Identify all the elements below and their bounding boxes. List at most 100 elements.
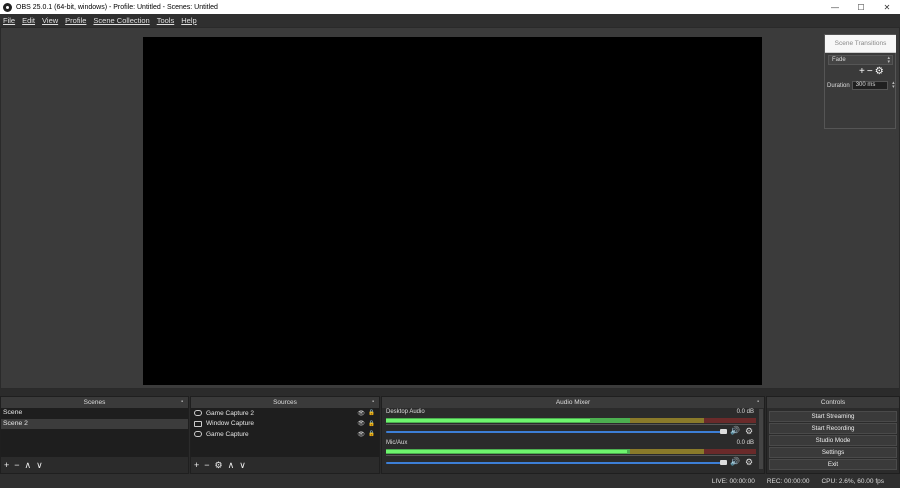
audio-channel-desktop: Desktop Audio 0.0 dB 🔊 ⚙ [384,409,758,439]
preview-canvas[interactable] [143,37,762,385]
channel-name: Mic/Aux [386,440,408,446]
visibility-eye-icon[interactable]: 👁 [357,410,365,417]
menu-view[interactable]: View [42,16,58,25]
add-scene-button[interactable]: + [4,460,9,470]
meter-ticks [386,455,756,460]
sources-toolbar: + − ⚙ ∧ ∨ [191,457,379,473]
duration-input[interactable]: 300 ms ▴ ▾ [851,81,895,90]
remove-scene-button[interactable]: − [14,460,19,470]
close-button[interactable]: ✕ [874,0,900,14]
scenes-toolbar: + − ∧ ∨ [1,457,188,473]
source-item[interactable]: Game Capture 👁 🔒 [191,429,379,440]
remove-transition-button[interactable]: − [867,67,873,77]
window-icon [194,420,202,427]
meter-level [386,450,627,453]
volume-slider[interactable] [386,431,723,433]
mixer-scrollbar[interactable] [759,409,763,469]
speaker-icon[interactable]: 🔊 [730,458,740,466]
source-item[interactable]: Game Capture 2 👁 🔒 [191,408,379,419]
volume-meter [386,449,756,454]
volume-slider-knob[interactable] [720,429,727,434]
gamepad-icon [194,410,202,417]
duration-row: Duration 300 ms ▴ ▾ [827,81,895,90]
gear-icon[interactable]: ⚙ [745,458,753,467]
sources-list: Game Capture 2 👁 🔒 Window Capture 👁 🔒 Ga… [191,408,379,458]
transition-tools: + − ⚙ [859,67,884,77]
scene-transitions-title[interactable]: Scene Transitions [825,35,896,53]
minimize-button[interactable]: — [822,0,848,14]
settings-button[interactable]: Settings [769,447,897,458]
add-transition-button[interactable]: + [859,67,865,77]
source-name: Game Capture [206,430,249,438]
volume-meter [386,418,756,423]
menu-tools[interactable]: Tools [157,16,175,25]
rec-timer: REC: 00:00:00 [766,477,810,485]
title-bar: OBS 25.0.1 (64-bit, windows) - Profile: … [0,0,900,14]
meter-level [386,419,590,422]
scene-item[interactable]: Scene [1,408,188,419]
menu-edit[interactable]: Edit [22,16,35,25]
live-timer: LIVE: 00:00:00 [711,477,755,485]
move-scene-up-button[interactable]: ∧ [25,460,32,470]
audio-mixer-dock: Audio Mixer ▪ Desktop Audio 0.0 dB 🔊 ⚙ M… [381,396,765,474]
source-properties-gear-icon[interactable]: ⚙ [215,460,223,470]
controls-header: Controls [767,397,899,408]
channel-name: Desktop Audio [386,409,425,415]
duration-value: 300 ms [855,82,876,88]
duration-label: Duration [827,82,850,89]
channel-db: 0.0 dB [736,440,754,446]
scene-transitions-dock: Scene Transitions Fade ▴ ▾ + − ⚙ Duration… [824,34,896,129]
maximize-button[interactable]: ☐ [848,0,874,14]
scenes-dock: Scenes ▪ Scene Scene 2 + − ∧ ∨ [0,396,189,474]
channel-db: 0.0 dB [736,409,754,415]
audio-channel-mic: Mic/Aux 0.0 dB 🔊 ⚙ [384,440,758,470]
lock-icon[interactable]: 🔒 [368,431,375,437]
window-title: OBS 25.0.1 (64-bit, windows) - Profile: … [16,3,218,11]
lock-icon[interactable]: 🔒 [368,421,375,427]
transition-select-value: Fade [832,57,846,63]
gear-icon[interactable]: ⚙ [745,427,753,436]
scenes-header: Scenes ▪ [1,397,188,408]
start-streaming-button[interactable]: Start Streaming [769,411,897,422]
scenes-list: Scene Scene 2 [1,408,188,458]
visibility-eye-icon[interactable]: 👁 [357,420,365,427]
meter-yellow-zone [630,449,705,454]
lock-icon[interactable]: 🔒 [368,410,375,416]
source-item[interactable]: Window Capture 👁 🔒 [191,419,379,430]
dock-float-icon[interactable]: ▪ [372,399,376,405]
move-scene-down-button[interactable]: ∨ [36,460,43,470]
controls-dock: Controls Start Streaming Start Recording… [766,396,900,474]
sources-header: Sources ▪ [191,397,379,408]
start-recording-button[interactable]: Start Recording [769,423,897,434]
visibility-eye-icon[interactable]: 👁 [357,431,365,438]
scene-item-selected[interactable]: Scene 2 [1,418,188,429]
move-source-down-button[interactable]: ∨ [239,460,246,470]
menu-profile[interactable]: Profile [65,16,86,25]
menu-scene-collection[interactable]: Scene Collection [93,16,149,25]
speaker-icon[interactable]: 🔊 [730,427,740,435]
menu-file[interactable]: File [3,16,15,25]
dock-float-icon[interactable]: ▪ [181,399,185,405]
volume-slider[interactable] [386,462,723,464]
remove-source-button[interactable]: − [204,460,209,470]
add-source-button[interactable]: + [194,460,199,470]
controls-title: Controls [820,399,846,406]
studio-mode-button[interactable]: Studio Mode [769,435,897,446]
volume-slider-knob[interactable] [720,460,727,465]
meter-ticks [386,424,756,429]
audio-mixer-header: Audio Mixer ▪ [382,397,764,408]
gamepad-icon [194,431,202,438]
dock-float-icon[interactable]: ▪ [757,399,761,405]
menu-help[interactable]: Help [181,16,196,25]
source-name: Game Capture 2 [206,409,255,417]
window-controls: — ☐ ✕ [822,0,900,14]
transition-settings-icon[interactable]: ⚙ [875,67,884,77]
exit-button[interactable]: Exit [769,459,897,470]
sources-dock: Sources ▪ Game Capture 2 👁 🔒 Window Capt… [190,396,380,474]
move-source-up-button[interactable]: ∧ [228,460,235,470]
meter-red-zone [704,449,756,454]
select-arrows-icon: ▴ ▾ [887,55,890,65]
duration-spin-icon[interactable]: ▴ ▾ [892,81,895,90]
transition-select[interactable]: Fade ▴ ▾ [828,55,893,65]
status-bar: LIVE: 00:00:00 REC: 00:00:00 CPU: 2.6%, … [0,474,900,488]
